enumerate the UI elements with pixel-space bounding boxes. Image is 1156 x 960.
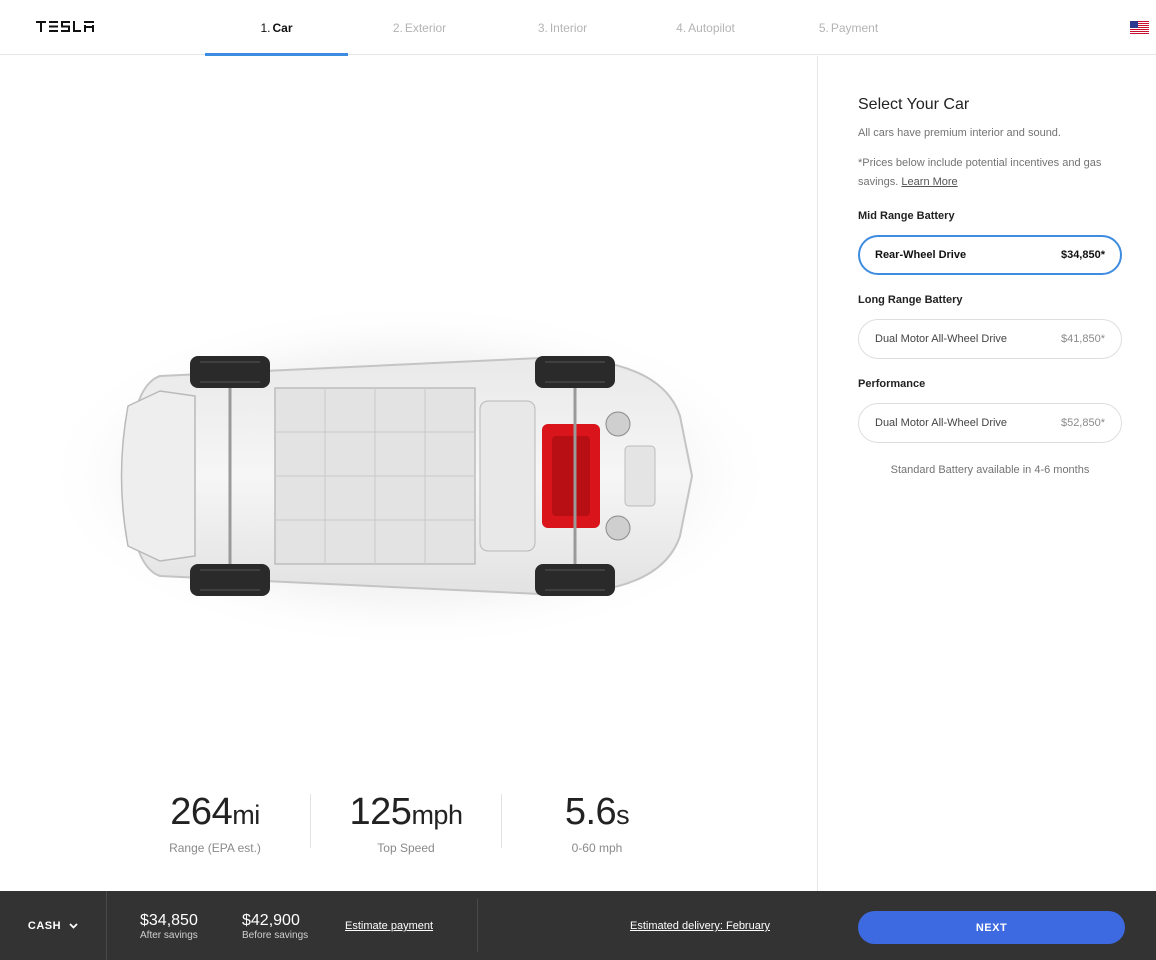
- price-caption: After savings: [140, 930, 198, 941]
- learn-more-link[interactable]: Learn More: [901, 176, 957, 188]
- price-note: *Prices below include potential incentiv…: [858, 154, 1118, 192]
- divider: [477, 899, 478, 952]
- car-preview: 264mi Range (EPA est.) 125mph Top Speed …: [0, 56, 817, 891]
- option-performance-awd[interactable]: Dual Motor All-Wheel Drive $52,850*: [858, 403, 1122, 443]
- step-tabs: 1. Car 2. Exterior 3. Interior 4. Autopilot …: [205, 0, 920, 56]
- step-number: 1.: [260, 20, 271, 35]
- tesla-logo[interactable]: [36, 20, 98, 34]
- price-note-text: *Prices below include potential incentiv…: [858, 157, 1102, 188]
- car-options-panel: Select Your Car All cars have premium in…: [817, 56, 1156, 891]
- option-name: Dual Motor All-Wheel Drive: [875, 417, 1008, 429]
- chevron-down-icon: [69, 922, 78, 929]
- stat-unit: mph: [411, 800, 463, 830]
- group-label-performance: Performance: [858, 378, 926, 390]
- option-rear-wheel-drive[interactable]: Rear-Wheel Drive $34,850*: [858, 235, 1122, 275]
- step-number: 3.: [537, 20, 548, 35]
- panel-title: Select Your Car: [858, 96, 970, 113]
- performance-stats: 264mi Range (EPA est.) 125mph Top Speed …: [120, 792, 700, 856]
- stat-value: 125: [349, 791, 412, 833]
- step-number: 4.: [676, 20, 687, 35]
- stat-label: 0-60 mph: [571, 841, 623, 855]
- stat-acceleration: 5.6s 0-60 mph: [502, 792, 692, 856]
- tab-payment[interactable]: 5. Payment: [777, 0, 920, 55]
- step-label: Exterior: [404, 20, 447, 35]
- estimated-delivery-link[interactable]: Estimated delivery: February: [630, 920, 770, 932]
- step-label: Payment: [830, 20, 879, 35]
- step-number: 2.: [392, 20, 403, 35]
- price-before-savings: $42,900 Before savings: [242, 912, 308, 941]
- panel-subtitle: All cars have premium interior and sound…: [858, 127, 1061, 139]
- stat-unit: s: [616, 800, 630, 830]
- tab-exterior[interactable]: 2. Exterior: [348, 0, 491, 55]
- group-label-long-range: Long Range Battery: [858, 294, 963, 306]
- price-amount: $34,850: [140, 912, 198, 929]
- step-label: Interior: [549, 20, 588, 35]
- stat-range: 264mi Range (EPA est.): [120, 792, 310, 856]
- payment-method-label: CASH: [27, 919, 62, 932]
- price-amount: $42,900: [242, 912, 300, 929]
- stat-value: 264: [170, 791, 233, 833]
- estimate-payment-link[interactable]: Estimate payment: [345, 920, 433, 932]
- price-after-savings: $34,850 After savings: [140, 912, 198, 941]
- option-name: Rear-Wheel Drive: [875, 249, 967, 261]
- tab-autopilot[interactable]: 4. Autopilot: [634, 0, 777, 55]
- stat-label: Top Speed: [377, 841, 435, 855]
- group-label-mid-range: Mid Range Battery: [858, 210, 955, 222]
- payment-method-dropdown[interactable]: CASH: [0, 891, 107, 960]
- next-button[interactable]: NEXT: [858, 911, 1125, 944]
- tab-car[interactable]: 1. Car: [205, 0, 348, 56]
- tab-interior[interactable]: 3. Interior: [491, 0, 634, 55]
- option-long-range-awd[interactable]: Dual Motor All-Wheel Drive $41,850*: [858, 319, 1122, 359]
- stat-top-speed: 125mph Top Speed: [311, 792, 501, 856]
- stat-unit: mi: [232, 800, 260, 830]
- stat-value: 5.6: [564, 791, 617, 833]
- stat-label: Range (EPA est.): [169, 841, 261, 855]
- step-number: 5.: [818, 20, 829, 35]
- top-nav: 1. Car 2. Exterior 3. Interior 4. Autopilot …: [0, 0, 1156, 56]
- car-chassis-image: [40, 301, 780, 651]
- us-flag-icon[interactable]: [1130, 21, 1149, 34]
- checkout-footer: CASH $34,850 After savings $42,900 Befor…: [0, 891, 1156, 960]
- option-name: Dual Motor All-Wheel Drive: [875, 333, 1008, 345]
- availability-note: Standard Battery available in 4-6 months: [890, 464, 1090, 476]
- step-label: Car: [272, 20, 293, 35]
- price-caption: Before savings: [242, 930, 309, 941]
- step-label: Autopilot: [688, 20, 735, 35]
- option-price: $52,850*: [1060, 417, 1105, 429]
- option-price: $34,850*: [1060, 249, 1105, 261]
- option-price: $41,850*: [1060, 333, 1105, 345]
